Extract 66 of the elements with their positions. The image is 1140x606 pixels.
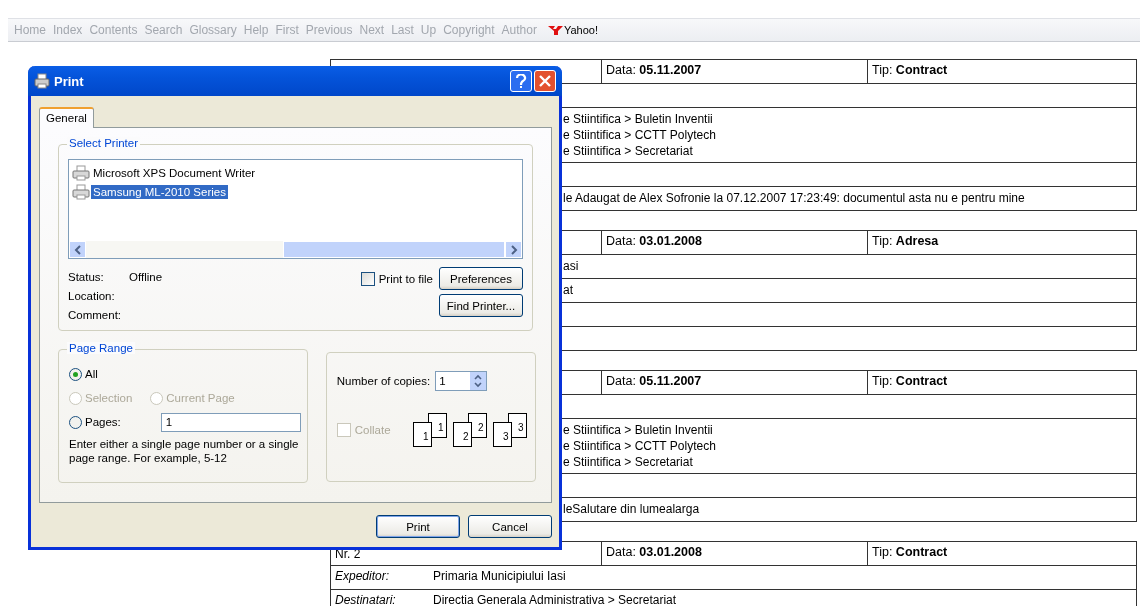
printer-icon (72, 164, 90, 181)
pages-field[interactable]: 1 (160, 412, 301, 432)
print-to-file-checkbox[interactable]: Print to file (360, 271, 433, 286)
printer-icon (72, 183, 90, 200)
print-button[interactable]: Print (376, 515, 460, 538)
page-sheet: 3 (492, 422, 512, 447)
nav-link[interactable]: Last (391, 23, 414, 37)
table-cell: Data: 05.11.2007 (602, 371, 868, 394)
table-cell-text: le Adaugat de Alex Sofronie la 07.12.2007 17:23:49: documentul asta nu e pentru mine (562, 190, 1026, 207)
nav-link[interactable]: Up (420, 23, 437, 37)
table-cell-text: Primaria Municipiului Iasi (432, 568, 567, 585)
page-sheet: 1 (412, 422, 432, 447)
list-item[interactable]: Samsung ML-2010 Series (91, 184, 228, 199)
nav-link[interactable]: Previous (305, 23, 353, 37)
cancel-button[interactable]: Cancel (468, 515, 552, 538)
group-label: Select Printer (67, 137, 141, 149)
nav-link[interactable]: Index (53, 23, 83, 37)
scrollbar[interactable] (69, 241, 522, 258)
location-label: Location: (68, 289, 116, 302)
nav-link[interactable]: Glossary (189, 23, 237, 37)
window-title: Print (54, 73, 84, 89)
close-icon (539, 75, 551, 87)
printer-icon (34, 73, 50, 89)
nav-link[interactable]: Next (359, 23, 385, 37)
tab[interactable]: General (39, 107, 94, 128)
nav-link[interactable]: Copyright (443, 23, 495, 37)
comment-label: Comment: (68, 308, 123, 321)
status-label: Status: (68, 270, 105, 283)
nav-link[interactable]: Search (144, 23, 183, 37)
preferences-button[interactable]: Preferences (439, 267, 523, 290)
hint-text: Enter either a single page number or a single page range. For example, 5-12 (69, 437, 300, 465)
copies-label: Number of copies: (336, 375, 431, 387)
table-cell-text: Tip: Contract (871, 62, 949, 79)
radio-button[interactable]: All (69, 367, 98, 381)
radio-button[interactable]: Pages: (69, 415, 121, 429)
copies-field[interactable]: 1 (435, 371, 488, 391)
table-cell-text: Directia Generala Administrativa > Secretariat (432, 592, 678, 606)
find-printer-button[interactable]: Find Printer... (439, 294, 523, 317)
yahoo-link[interactable]: Yahoo! (563, 24, 598, 36)
status-value: Offline (129, 270, 163, 283)
help-button[interactable] (510, 70, 532, 92)
nav-link[interactable]: Author (501, 23, 537, 37)
table-cell-text: Tip: Adresa (871, 233, 940, 250)
group-label: Page Range (67, 342, 135, 354)
nav-link[interactable]: First (275, 23, 299, 37)
spinner-arrows-icon (473, 374, 484, 388)
nav-link[interactable]: Contents (89, 23, 138, 37)
table-cell-text: e Stiintifica > Buletin Inventii e Stiintifica > CCTT Polytech e Stiintifica > Secretariat (562, 422, 717, 471)
nav-link[interactable]: Home (14, 23, 46, 37)
table-cell: Data: 03.01.2008 (602, 542, 868, 565)
table-cell-text: Tip: Contract (871, 373, 949, 390)
table-cell-text: leSalutare din lumealarga (562, 501, 701, 518)
table-cell-text: e Stiintifica > Buletin Inventii e Stiintifica > CCTT Polytech e Stiintifica > Secretariat (562, 111, 717, 160)
table-cell-text: at (562, 282, 574, 299)
close-button[interactable] (534, 70, 556, 92)
help-icon (515, 74, 527, 88)
table-cell-text: asi (562, 258, 580, 275)
page-sheet: 2 (452, 422, 472, 447)
table-cell: Data: 03.01.2008 (602, 231, 868, 254)
logo-icon (547, 24, 564, 36)
field-label: Expeditor: (334, 568, 391, 585)
table-cell-text: Tip: Contract (871, 544, 949, 561)
field-label: Destinatari: (334, 592, 397, 606)
table-cell: Data: 05.11.2007 (602, 60, 868, 83)
list-item[interactable]: Microsoft XPS Document Writer (91, 165, 258, 180)
nav-link[interactable]: Help (243, 23, 269, 37)
